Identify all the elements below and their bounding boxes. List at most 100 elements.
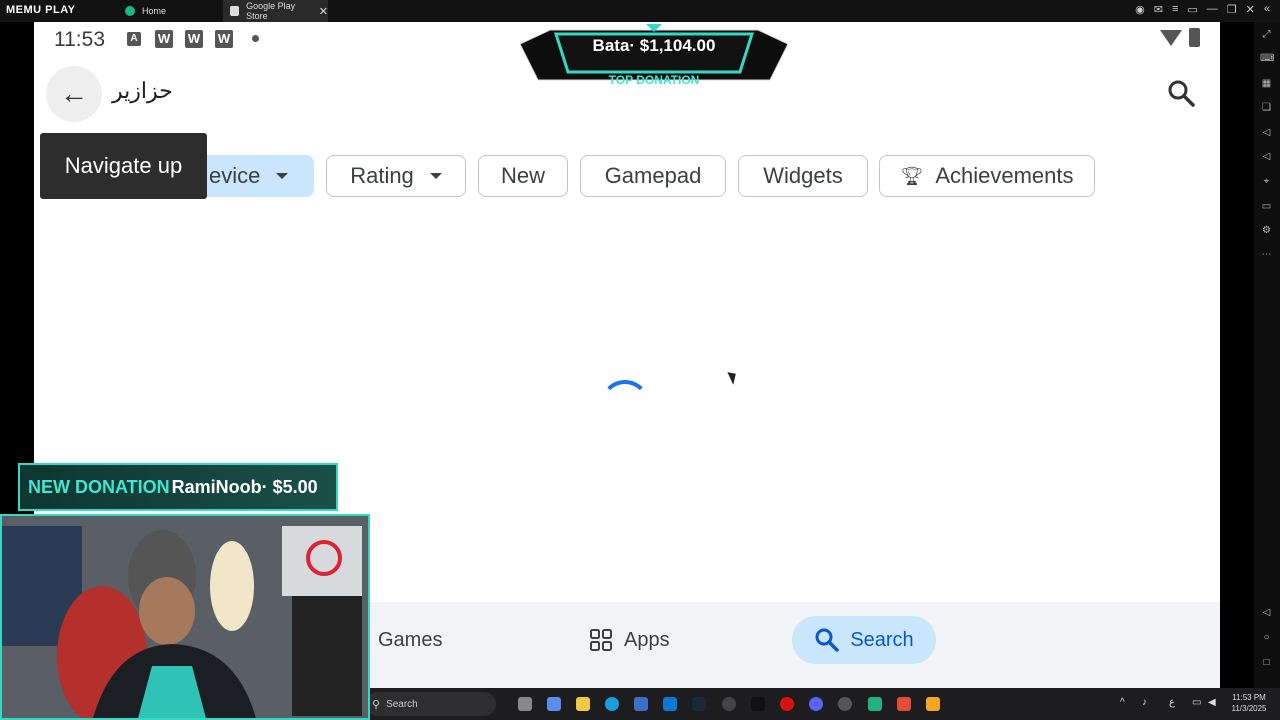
chip-achievements[interactable]: 🏆︎ Achievements bbox=[879, 155, 1095, 197]
language-indicator[interactable]: ع bbox=[1169, 697, 1175, 708]
fullscreen-icon[interactable]: ⤢ bbox=[1260, 30, 1273, 40]
chip-rating[interactable]: Rating bbox=[326, 155, 466, 197]
volume-up-icon[interactable]: ◁ bbox=[1260, 128, 1273, 138]
top-donation-name: Bata bbox=[592, 36, 630, 55]
close-tab-icon[interactable]: ✕ bbox=[319, 5, 328, 18]
menu-icon[interactable]: ≡ bbox=[1172, 3, 1178, 16]
chip-new[interactable]: New bbox=[478, 155, 568, 197]
top-donation-label: TOP DONATION bbox=[608, 73, 700, 87]
status-time: 11:53 bbox=[54, 28, 105, 51]
minimize-icon[interactable]: — bbox=[1207, 3, 1218, 16]
chip-gamepad[interactable]: Gamepad bbox=[580, 155, 726, 197]
4k-app-icon[interactable] bbox=[722, 697, 736, 711]
widgets-icon[interactable] bbox=[547, 697, 561, 711]
taskbar-time: 11:53 PM bbox=[1232, 693, 1266, 702]
navigate-up-tooltip: Navigate up bbox=[40, 133, 207, 199]
collapse-sidebar-icon[interactable]: « bbox=[1264, 3, 1270, 16]
tab-play-store[interactable]: Google Play Store ✕ bbox=[223, 0, 328, 22]
location-icon[interactable]: ⌖ bbox=[1260, 177, 1273, 187]
chip-achievements-label: Achievements bbox=[935, 163, 1074, 188]
outlook-icon[interactable] bbox=[663, 697, 677, 711]
android-recents-icon[interactable]: □ bbox=[1260, 658, 1273, 668]
screen-icon[interactable]: ▭ bbox=[1187, 3, 1197, 16]
volume-icon[interactable]: ◀ bbox=[1208, 697, 1216, 708]
obs-icon[interactable] bbox=[838, 697, 852, 711]
nav-games-label: Games bbox=[378, 628, 443, 651]
discord-icon[interactable] bbox=[809, 697, 823, 711]
emulator-titlebar: MEMU PLAY Home Google Play Store ✕ ◉ ✉ ≡… bbox=[0, 0, 1280, 22]
more-notifications-dot bbox=[252, 35, 259, 42]
taskbar-search[interactable]: ⚲ Search bbox=[366, 692, 496, 716]
apps-grid-icon bbox=[590, 629, 612, 651]
webcam-feed bbox=[0, 514, 370, 720]
nav-apps[interactable]: Apps bbox=[590, 616, 670, 664]
tiktok-icon[interactable] bbox=[751, 697, 765, 711]
tray-chevron-icon[interactable]: ^ bbox=[1120, 697, 1125, 708]
tab-home[interactable]: Home bbox=[118, 0, 223, 22]
folder-icon[interactable]: ▭ bbox=[1260, 202, 1273, 212]
new-donation-text: RamiNoob· $5.00 bbox=[171, 476, 318, 497]
restore-icon[interactable]: ❐ bbox=[1227, 3, 1237, 16]
taskbar-date: 11/3/2025 bbox=[1231, 704, 1267, 713]
nav-apps-label: Apps bbox=[624, 628, 670, 651]
top-donation-banner: Bata· $1,104.00 TOP DONATION bbox=[520, 24, 788, 88]
battery-icon bbox=[1189, 28, 1200, 47]
memu-logo: MEMU PLAY bbox=[6, 4, 76, 16]
trophy-icon: 🏆︎ bbox=[900, 165, 924, 186]
chip-gamepad-label: Gamepad bbox=[604, 163, 702, 188]
app-icon[interactable] bbox=[897, 697, 911, 711]
network-icon[interactable]: ▭ bbox=[1192, 697, 1201, 708]
emulator-side-toolbar: ⤢ ⌨ ▦ ❏ ◁ ◁ ⌖ ▭ ⚙ ⋯ ◁ ○ □ bbox=[1254, 22, 1280, 688]
wifi-icon bbox=[1160, 30, 1182, 46]
arrow-left-icon: ← bbox=[60, 78, 88, 109]
multi-window-icon[interactable]: ❏ bbox=[1260, 103, 1273, 113]
edge-icon[interactable] bbox=[605, 697, 619, 711]
chip-rating-label: Rating bbox=[350, 163, 414, 188]
nav-search-label: Search bbox=[850, 628, 914, 651]
keyboard-icon[interactable]: ⌨ bbox=[1260, 54, 1274, 64]
apk-icon[interactable]: ▦ bbox=[1260, 79, 1273, 89]
notification-a-icon: A bbox=[127, 32, 141, 46]
chip-new-label: New bbox=[500, 163, 545, 188]
store-icon[interactable] bbox=[634, 697, 648, 711]
taskbar-search-label: Search bbox=[386, 698, 418, 710]
top-donation-amount: $1,104.00 bbox=[639, 36, 716, 55]
settings-icon[interactable]: ⚙ bbox=[1260, 226, 1273, 236]
search-icon bbox=[815, 628, 840, 652]
back-button[interactable]: ← bbox=[46, 66, 102, 122]
notification-w-icon: W bbox=[185, 30, 203, 48]
microphone-icon[interactable]: ♪ bbox=[1142, 697, 1147, 708]
loading-spinner bbox=[600, 380, 650, 430]
file-explorer-icon[interactable] bbox=[576, 697, 590, 711]
android-home-icon[interactable]: ○ bbox=[1260, 633, 1273, 643]
close-window-icon[interactable]: ✕ bbox=[1246, 3, 1255, 16]
search-query[interactable]: حزازير bbox=[112, 78, 173, 104]
chip-widgets[interactable]: Widgets bbox=[738, 155, 868, 197]
play-store-icon bbox=[230, 6, 240, 16]
more-icon[interactable]: ⋯ bbox=[1260, 250, 1273, 260]
mail-icon[interactable]: ✉ bbox=[1154, 3, 1163, 16]
memu-taskbar-icon[interactable] bbox=[926, 697, 940, 711]
account-icon[interactable]: ◉ bbox=[1135, 3, 1145, 16]
task-view-icon[interactable] bbox=[518, 697, 532, 711]
tab-home-label: Home bbox=[142, 6, 167, 16]
window-controls: ◉ ✉ ≡ ▭ — ❐ ✕ « bbox=[1135, 3, 1270, 16]
chip-widgets-label: Widgets bbox=[763, 163, 843, 188]
memu-home-icon bbox=[125, 6, 135, 16]
volume-down-icon[interactable]: ◁ bbox=[1260, 152, 1273, 162]
search-icon[interactable] bbox=[1166, 78, 1196, 108]
steam-icon[interactable] bbox=[692, 697, 706, 711]
top-donation-line: Bata· $1,104.00 bbox=[592, 36, 716, 55]
nav-search[interactable]: Search bbox=[792, 616, 936, 664]
new-donation-label: NEW DONATION bbox=[28, 476, 170, 497]
chevron-down-icon bbox=[276, 173, 289, 179]
search-icon: ⚲ bbox=[372, 698, 381, 711]
taskbar-clock[interactable]: 11:53 PM 11/3/2025 bbox=[1226, 692, 1272, 714]
android-back-icon[interactable]: ◁ bbox=[1260, 608, 1273, 618]
nav-games[interactable]: Games bbox=[378, 616, 442, 664]
notification-w-icon: W bbox=[155, 30, 173, 48]
chip-device-label: evice bbox=[209, 163, 261, 188]
opera-icon[interactable] bbox=[780, 697, 794, 711]
streamer-webcam-image bbox=[2, 516, 368, 718]
app-icon[interactable] bbox=[868, 697, 882, 711]
